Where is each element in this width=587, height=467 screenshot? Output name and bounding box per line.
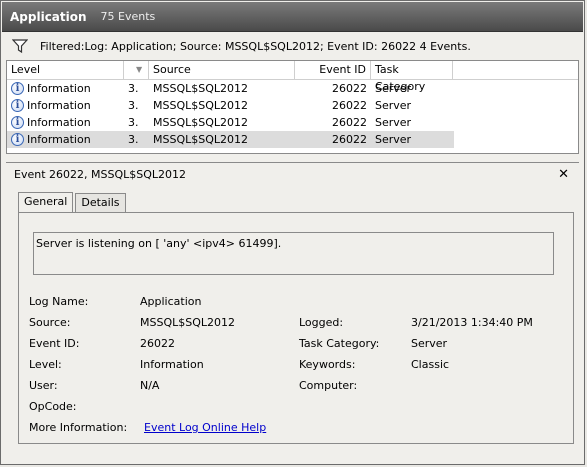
- sort-cell: 3.: [128, 116, 139, 129]
- user-value[interactable]: N/A: [140, 379, 159, 392]
- source-cell: MSSQL$SQL2012: [153, 99, 249, 112]
- sort-cell: 3.: [128, 133, 139, 146]
- events-table: Level ▼ Source Event ID Task Category iI…: [6, 60, 579, 154]
- event-detail-title: Event 26022, MSSQL$SQL2012: [14, 167, 186, 181]
- event-log-online-help-link[interactable]: Event Log Online Help: [144, 421, 266, 434]
- event-id-cell: 26022: [332, 116, 367, 129]
- general-tab-panel: Server is listening on [ 'any' <ipv4> 61…: [18, 212, 574, 444]
- event-id-value[interactable]: 26022: [140, 337, 175, 350]
- close-icon[interactable]: ✕: [558, 167, 569, 182]
- filter-bar: Filtered:Log: Application; Source: MSSQL…: [6, 34, 579, 58]
- source-value[interactable]: MSSQL$SQL2012: [140, 316, 235, 329]
- computer-label: Computer:: [299, 379, 358, 392]
- detail-tabs: General Details: [18, 192, 128, 213]
- information-icon: i: [11, 133, 24, 146]
- column-header-sort[interactable]: ▼: [124, 61, 149, 79]
- information-icon: i: [11, 82, 24, 95]
- sort-cell: 3.: [128, 82, 139, 95]
- column-header-task-category[interactable]: Task Category: [371, 61, 453, 93]
- level-label: Level:: [29, 358, 62, 371]
- event-message[interactable]: Server is listening on [ 'any' <ipv4> 61…: [33, 232, 554, 275]
- event-id-cell: 26022: [332, 133, 367, 146]
- task-category-cell: Server: [375, 116, 412, 129]
- level-cell: Information: [27, 133, 91, 146]
- event-id-cell: 26022: [332, 82, 367, 95]
- log-name-label: Log Name:: [29, 295, 89, 308]
- table-header: Level ▼ Source Event ID Task Category: [7, 61, 578, 93]
- logged-value[interactable]: 3/21/2013 1:34:40 PM: [411, 316, 533, 329]
- opcode-label: OpCode:: [29, 400, 77, 413]
- event-count: 75 Events: [100, 10, 156, 23]
- log-name-value[interactable]: Application: [140, 295, 201, 308]
- information-icon: i: [11, 116, 24, 129]
- level-value[interactable]: Information: [140, 358, 204, 371]
- level-cell: Information: [27, 116, 91, 129]
- level-cell: Information: [27, 82, 91, 95]
- log-title: Application: [10, 9, 87, 24]
- column-header-level[interactable]: Level: [7, 61, 124, 79]
- task-category-value[interactable]: Server: [411, 337, 447, 350]
- filter-icon: [12, 39, 28, 54]
- logged-label: Logged:: [299, 316, 344, 329]
- table-row[interactable]: i Information 3. MSSQL$SQL2012 26022 Serv…: [7, 80, 578, 97]
- table-row[interactable]: i Information 3. MSSQL$SQL2012 26022 Serv…: [7, 114, 578, 131]
- source-cell: MSSQL$SQL2012: [153, 82, 249, 95]
- information-icon: i: [11, 99, 24, 112]
- more-information-label: More Information:: [29, 421, 128, 434]
- level-cell: Information: [27, 99, 91, 112]
- title-bar: Application 75 Events: [2, 2, 583, 32]
- event-id-cell: 26022: [332, 99, 367, 112]
- source-label: Source:: [29, 316, 71, 329]
- event-viewer-window: Application 75 Events Filtered:Log: Appl…: [0, 0, 585, 465]
- event-detail-header: Event 26022, MSSQL$SQL2012 ✕: [6, 162, 579, 185]
- task-category-label: Task Category:: [299, 337, 380, 350]
- tab-general[interactable]: General: [18, 192, 74, 213]
- user-label: User:: [29, 379, 58, 392]
- filter-description: Filtered:Log: Application; Source: MSSQL…: [40, 39, 471, 53]
- sort-arrow-icon: ▼: [136, 65, 143, 74]
- keywords-label: Keywords:: [299, 358, 356, 371]
- column-header-event-id[interactable]: Event ID: [295, 61, 371, 79]
- column-header-source[interactable]: Source: [149, 61, 295, 79]
- table-row[interactable]: i Information 3. MSSQL$SQL2012 26022 Serv…: [7, 97, 578, 114]
- source-cell: MSSQL$SQL2012: [153, 116, 249, 129]
- source-cell: MSSQL$SQL2012: [153, 133, 249, 146]
- table-row-selected[interactable]: i Information 3. MSSQL$SQL2012 26022 Serv…: [7, 131, 578, 148]
- sort-cell: 3.: [128, 99, 139, 112]
- keywords-value[interactable]: Classic: [411, 358, 449, 371]
- task-category-cell: Server: [375, 99, 412, 112]
- event-id-label: Event ID:: [29, 337, 80, 350]
- tab-details[interactable]: Details: [75, 193, 126, 213]
- task-category-cell: Server: [375, 133, 412, 146]
